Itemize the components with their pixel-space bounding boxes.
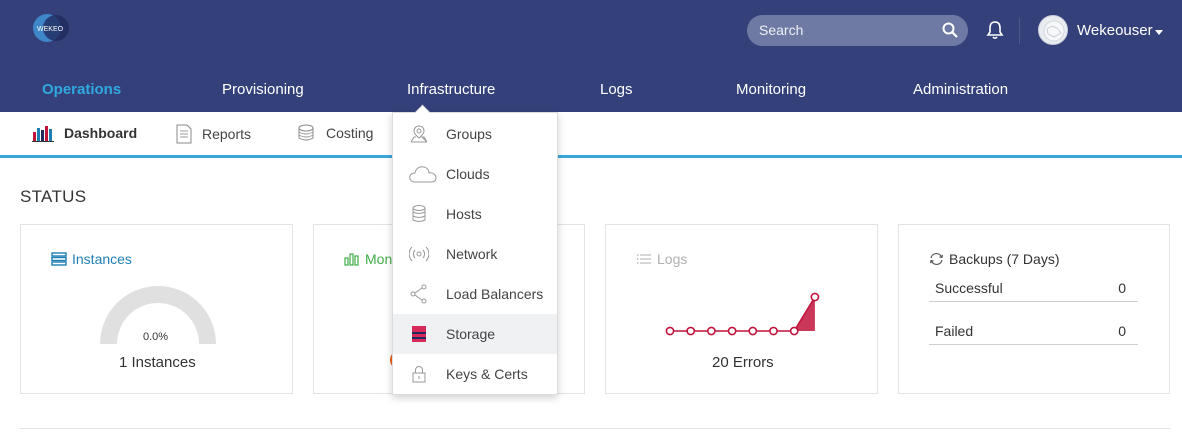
backup-failed-label: Failed [935, 323, 974, 339]
instances-card-title[interactable]: Instances [51, 251, 132, 267]
avatar[interactable] [1038, 15, 1068, 45]
map-pin-icon [410, 125, 428, 143]
menu-item-hosts[interactable]: Hosts [393, 194, 557, 234]
subnav-dashboard-label: Dashboard [64, 125, 138, 141]
menu-item-clouds-label: Clouds [446, 166, 490, 182]
backup-successful-value: 0 [1118, 280, 1126, 296]
logs-title-label: Logs [657, 251, 688, 267]
monitoring-title-label: Mon [365, 251, 393, 267]
sub-nav: Dashboard Reports Costing [0, 112, 1182, 158]
avatar-icon [1043, 20, 1065, 42]
dashboard-icon [32, 126, 54, 142]
nav-administration[interactable]: Administration [913, 81, 1008, 98]
username-menu[interactable]: Wekeouser [1077, 22, 1153, 39]
wifi-signal-icon [409, 246, 429, 262]
costing-icon [298, 124, 314, 141]
status-heading: STATUS [20, 187, 87, 206]
logs-line [670, 296, 816, 332]
menu-item-groups[interactable]: Groups [393, 114, 557, 154]
backup-row-failed: Failed 0 [929, 319, 1138, 345]
backup-failed-value: 0 [1118, 323, 1126, 339]
logs-point [727, 326, 737, 336]
subnav-costing-label: Costing [326, 125, 374, 141]
main-nav: Operations Provisioning Infrastructure L… [0, 76, 1182, 106]
menu-item-storage-label: Storage [446, 326, 496, 342]
subnav-reports[interactable]: Reports [176, 124, 251, 144]
menu-item-groups-label: Groups [446, 126, 492, 142]
backup-row-successful: Successful 0 [929, 276, 1138, 302]
chevron-down-icon[interactable] [1155, 30, 1163, 35]
logs-point [810, 292, 820, 302]
menu-item-hosts-label: Hosts [446, 206, 482, 222]
backup-successful-label: Successful [935, 280, 1003, 296]
menu-item-keys-certs[interactable]: Keys & Certs [393, 354, 557, 394]
menu-item-network-label: Network [446, 246, 498, 262]
menu-item-clouds[interactable]: Clouds [393, 154, 557, 194]
logs-card-title[interactable]: Logs [636, 251, 687, 267]
menu-item-keys-certs-label: Keys & Certs [446, 366, 528, 382]
nav-operations[interactable]: Operations [42, 81, 121, 98]
monitoring-card-title[interactable]: Mon [344, 251, 392, 267]
nav-infrastructure[interactable]: Infrastructure [407, 81, 495, 98]
logs-point [686, 326, 696, 336]
instances-title-label: Instances [72, 251, 132, 267]
nav-provisioning[interactable]: Provisioning [222, 81, 304, 98]
logs-icon [637, 254, 651, 264]
database-icon [412, 205, 426, 222]
logs-point [707, 326, 716, 336]
logs-point [789, 326, 799, 336]
logs-point [748, 326, 758, 336]
section-divider [20, 428, 1170, 429]
nav-logs[interactable]: Logs [600, 81, 633, 98]
subnav-dashboard[interactable]: Dashboard [32, 124, 137, 142]
instances-icon [51, 252, 67, 266]
cloud-icon [409, 166, 437, 183]
menu-item-load-balancers[interactable]: Load Balancers [393, 274, 557, 314]
logs-point [769, 326, 778, 336]
menu-item-network[interactable]: Network [393, 234, 557, 274]
share-nodes-icon [410, 284, 427, 304]
infrastructure-dropdown: Groups Clouds Hosts Network Load Balance… [392, 112, 558, 395]
lock-icon [412, 366, 426, 383]
instances-card: Instances 0.0% 1 Instances [20, 224, 293, 394]
logs-sparkline [665, 292, 820, 336]
logs-point [665, 326, 675, 336]
search-input[interactable] [747, 15, 968, 46]
subnav-reports-label: Reports [202, 126, 252, 142]
monitoring-icon [344, 253, 359, 266]
logs-card: Logs 20 Errors [605, 224, 878, 394]
menu-item-storage[interactable]: Storage [393, 314, 557, 354]
bell-icon[interactable] [986, 20, 1004, 40]
backups-title-label: Backups (7 Days) [949, 251, 1060, 267]
reports-icon [176, 124, 192, 144]
logs-summary: 20 Errors [712, 354, 774, 371]
instances-gauge-value: 0.0% [143, 331, 169, 343]
backups-card-title: Backups (7 Days) [929, 251, 1059, 267]
wekeo-logo[interactable]: WEKEO [32, 12, 72, 44]
refresh-icon [930, 252, 943, 266]
storage-icon [412, 326, 426, 342]
search-icon[interactable] [942, 22, 958, 38]
logo-text: WEKEO [37, 26, 64, 33]
backups-card: Backups (7 Days) Successful 0 Failed 0 [898, 224, 1170, 394]
nav-monitoring[interactable]: Monitoring [736, 81, 806, 98]
menu-item-load-balancers-label: Load Balancers [446, 286, 544, 302]
instances-summary: 1 Instances [119, 354, 196, 371]
subnav-costing[interactable]: Costing [296, 124, 373, 142]
top-header: WEKEO Wekeouser Operations Provisioning … [0, 0, 1182, 112]
header-divider [1019, 18, 1020, 44]
